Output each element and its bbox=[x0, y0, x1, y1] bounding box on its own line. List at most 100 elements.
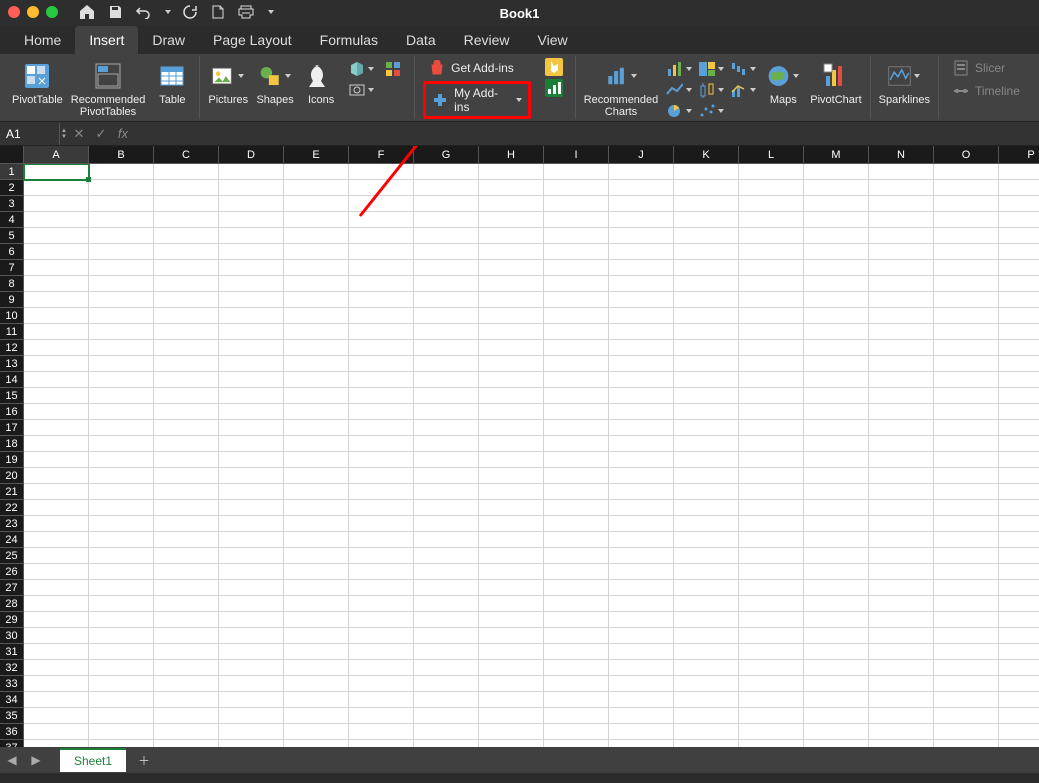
name-box-dropdown[interactable]: ▲▼ bbox=[60, 128, 68, 140]
cell[interactable] bbox=[934, 212, 999, 228]
cell[interactable] bbox=[154, 244, 219, 260]
cell[interactable] bbox=[219, 196, 284, 212]
column-header[interactable]: L bbox=[739, 146, 804, 164]
tab-review[interactable]: Review bbox=[450, 26, 524, 54]
cell[interactable] bbox=[934, 228, 999, 244]
cell[interactable] bbox=[609, 436, 674, 452]
cell[interactable] bbox=[934, 260, 999, 276]
cell[interactable] bbox=[284, 676, 349, 692]
cell[interactable] bbox=[739, 404, 804, 420]
cell[interactable] bbox=[24, 516, 89, 532]
cell[interactable] bbox=[674, 740, 739, 747]
cell[interactable] bbox=[349, 628, 414, 644]
column-header[interactable]: H bbox=[479, 146, 544, 164]
cell[interactable] bbox=[89, 356, 154, 372]
cell[interactable] bbox=[349, 164, 414, 180]
cell[interactable] bbox=[219, 356, 284, 372]
cell[interactable] bbox=[414, 212, 479, 228]
cell[interactable] bbox=[869, 548, 934, 564]
cell[interactable] bbox=[89, 516, 154, 532]
cell[interactable] bbox=[674, 212, 739, 228]
cell[interactable] bbox=[89, 676, 154, 692]
cell[interactable] bbox=[349, 676, 414, 692]
cell[interactable] bbox=[349, 212, 414, 228]
cell[interactable] bbox=[999, 516, 1039, 532]
cell[interactable] bbox=[154, 356, 219, 372]
cell[interactable] bbox=[804, 324, 869, 340]
cell[interactable] bbox=[739, 436, 804, 452]
cell[interactable] bbox=[804, 548, 869, 564]
cell[interactable] bbox=[89, 580, 154, 596]
cell[interactable] bbox=[934, 484, 999, 500]
line-chart-button[interactable] bbox=[666, 81, 692, 99]
cell[interactable] bbox=[89, 532, 154, 548]
row-header[interactable]: 37 bbox=[0, 740, 24, 747]
slicer-button[interactable]: Slicer bbox=[947, 58, 1027, 78]
cell[interactable] bbox=[24, 180, 89, 196]
waterfall-chart-button[interactable] bbox=[730, 60, 756, 78]
cell[interactable] bbox=[999, 196, 1039, 212]
column-header[interactable]: K bbox=[674, 146, 739, 164]
cell[interactable] bbox=[479, 372, 544, 388]
cell[interactable] bbox=[804, 196, 869, 212]
cell[interactable] bbox=[219, 532, 284, 548]
cancel-formula-button[interactable]: ✕ bbox=[68, 126, 90, 142]
cell[interactable] bbox=[349, 516, 414, 532]
cell[interactable] bbox=[154, 532, 219, 548]
cell[interactable] bbox=[154, 676, 219, 692]
row-header[interactable]: 21 bbox=[0, 484, 24, 500]
cell[interactable] bbox=[609, 516, 674, 532]
cell[interactable] bbox=[804, 724, 869, 740]
cell[interactable] bbox=[739, 420, 804, 436]
cell[interactable] bbox=[154, 692, 219, 708]
cell[interactable] bbox=[479, 244, 544, 260]
cell[interactable] bbox=[609, 740, 674, 747]
cell[interactable] bbox=[544, 612, 609, 628]
cell[interactable] bbox=[869, 388, 934, 404]
cell[interactable] bbox=[804, 292, 869, 308]
cell[interactable] bbox=[479, 212, 544, 228]
cell[interactable] bbox=[479, 276, 544, 292]
cell[interactable] bbox=[219, 500, 284, 516]
cell[interactable] bbox=[479, 356, 544, 372]
cell[interactable] bbox=[869, 500, 934, 516]
cell[interactable] bbox=[999, 388, 1039, 404]
cell[interactable] bbox=[219, 388, 284, 404]
cell[interactable] bbox=[414, 308, 479, 324]
cell[interactable] bbox=[154, 580, 219, 596]
cell[interactable] bbox=[24, 308, 89, 324]
cell[interactable] bbox=[934, 660, 999, 676]
cell[interactable] bbox=[414, 404, 479, 420]
cell[interactable] bbox=[739, 324, 804, 340]
cell[interactable] bbox=[414, 420, 479, 436]
cell[interactable] bbox=[349, 308, 414, 324]
cell[interactable] bbox=[739, 548, 804, 564]
row-header[interactable]: 16 bbox=[0, 404, 24, 420]
cell[interactable] bbox=[739, 452, 804, 468]
cell[interactable] bbox=[284, 356, 349, 372]
cell[interactable] bbox=[154, 548, 219, 564]
cell[interactable] bbox=[739, 308, 804, 324]
cell[interactable] bbox=[869, 644, 934, 660]
cell[interactable] bbox=[544, 180, 609, 196]
cell[interactable] bbox=[739, 500, 804, 516]
cell[interactable] bbox=[479, 340, 544, 356]
cell[interactable] bbox=[24, 228, 89, 244]
cell[interactable] bbox=[89, 420, 154, 436]
cell[interactable] bbox=[674, 516, 739, 532]
cell[interactable] bbox=[219, 468, 284, 484]
close-window-button[interactable] bbox=[8, 6, 20, 18]
print-icon[interactable] bbox=[237, 3, 255, 21]
row-header[interactable]: 17 bbox=[0, 420, 24, 436]
cell[interactable] bbox=[739, 740, 804, 747]
cell[interactable] bbox=[24, 548, 89, 564]
cell[interactable] bbox=[89, 628, 154, 644]
cell[interactable] bbox=[414, 452, 479, 468]
cell[interactable] bbox=[999, 676, 1039, 692]
cell[interactable] bbox=[544, 564, 609, 580]
cell[interactable] bbox=[544, 244, 609, 260]
row-header[interactable]: 32 bbox=[0, 660, 24, 676]
cell[interactable] bbox=[869, 340, 934, 356]
cell[interactable] bbox=[479, 180, 544, 196]
row-header[interactable]: 12 bbox=[0, 340, 24, 356]
